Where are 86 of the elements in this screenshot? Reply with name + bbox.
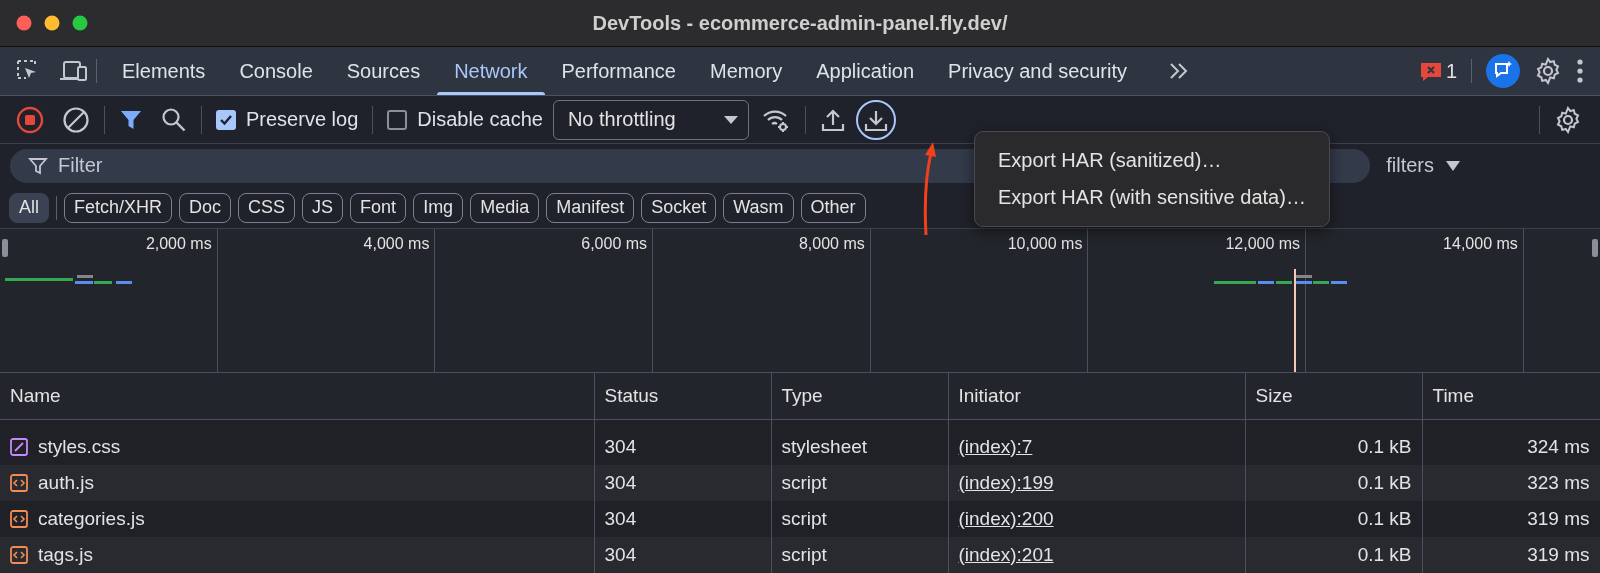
time-cell: 323 ms <box>1422 465 1600 501</box>
type-filter-chip[interactable]: Media <box>470 192 540 223</box>
checkbox-label: Disable cache <box>417 108 543 131</box>
column-header[interactable]: Name <box>0 373 594 420</box>
type-filter-chip[interactable]: All <box>9 192 49 223</box>
timeline-tick-label: 14,000 ms <box>1443 235 1518 253</box>
panel-tab[interactable]: Performance <box>544 47 693 95</box>
caret-icon <box>1446 160 1460 171</box>
size-cell: 0.1 kB <box>1245 501 1422 537</box>
status-cell: 304 <box>594 501 771 537</box>
search-icon[interactable] <box>161 106 187 133</box>
type-filter-chip[interactable]: Fetch/XHR <box>64 192 173 223</box>
time-cell: 324 ms <box>1422 429 1600 465</box>
checkbox[interactable] <box>216 109 236 130</box>
panel-tab[interactable]: Memory <box>693 47 800 95</box>
column-header[interactable]: Status <box>594 373 771 420</box>
throttling-dropdown[interactable]: No throttling <box>552 99 749 140</box>
status-cell: 304 <box>594 465 771 501</box>
column-header[interactable]: Size <box>1245 373 1422 420</box>
time-cell: 319 ms <box>1422 501 1600 537</box>
size-cell: 0.1 kB <box>1245 429 1422 465</box>
stylesheet-file-icon <box>10 438 28 456</box>
settings-icon[interactable] <box>1534 57 1562 85</box>
column-header[interactable]: Time <box>1422 373 1600 420</box>
overview-right-handle[interactable] <box>1592 239 1598 257</box>
close-window-button[interactable] <box>16 15 32 31</box>
timeline-tick-label: 10,000 ms <box>1007 235 1083 253</box>
minimize-window-button[interactable] <box>44 15 60 31</box>
type-filter-chip[interactable]: Img <box>413 192 464 223</box>
download-button[interactable] <box>855 99 896 140</box>
panel-tab[interactable]: Privacy and security <box>931 47 1145 95</box>
error-count: 1 <box>1445 59 1457 83</box>
initiator-link[interactable]: (index):199 <box>958 472 1054 493</box>
type-filter-chip[interactable]: JS <box>302 192 344 223</box>
timeline-tick-label: 6,000 ms <box>581 235 648 253</box>
request-name: categories.js <box>38 508 145 530</box>
stop-recording-icon[interactable] <box>16 105 44 134</box>
type-filter-chip[interactable]: Socket <box>641 192 717 223</box>
type-filter-chip[interactable]: CSS <box>238 192 296 223</box>
script-file-icon <box>10 546 28 564</box>
type-cell: script <box>771 465 948 501</box>
window-title: DevTools - ecommerce-admin-panel.fly.dev/ <box>592 11 1008 34</box>
panel-tab[interactable]: Network <box>437 47 545 95</box>
maximize-window-button[interactable] <box>72 15 88 31</box>
overview-left-handle[interactable] <box>2 239 8 257</box>
panel-tab[interactable]: Console <box>222 47 330 95</box>
time-cell: 319 ms <box>1422 537 1600 573</box>
clear-icon[interactable] <box>62 105 90 134</box>
script-file-icon <box>10 510 28 528</box>
size-cell: 0.1 kB <box>1245 465 1422 501</box>
initiator-link[interactable]: (index):7 <box>958 436 1033 457</box>
panel-tab[interactable]: Elements <box>105 47 223 95</box>
more-options-icon[interactable] <box>1576 58 1584 84</box>
type-filter-chip[interactable]: Wasm <box>723 192 794 223</box>
status-cell: 304 <box>594 537 771 573</box>
size-cell: 0.1 kB <box>1245 537 1422 573</box>
timeline-tick-label: 12,000 ms <box>1225 235 1301 253</box>
caret-icon <box>723 115 738 124</box>
panel-tab[interactable]: Sources <box>329 47 438 95</box>
checkbox[interactable] <box>387 109 408 130</box>
request-name: auth.js <box>38 472 94 494</box>
type-cell: stylesheet <box>771 429 948 465</box>
checkbox-label: Preserve log <box>246 108 359 131</box>
type-cell: script <box>771 501 948 537</box>
more-filters-dropdown[interactable]: filters <box>1386 154 1460 177</box>
settings-icon[interactable] <box>1554 105 1582 134</box>
request-name: tags.js <box>38 544 93 566</box>
type-cell: script <box>771 537 948 573</box>
filter-icon <box>28 155 48 176</box>
initiator-link[interactable]: (index):200 <box>958 508 1054 529</box>
error-icon[interactable] <box>1418 60 1443 82</box>
timeline-tick-label: 8,000 ms <box>798 235 865 253</box>
timeline-tick-label: 4,000 ms <box>363 235 430 253</box>
request-name: styles.css <box>38 436 121 458</box>
type-filter-chip[interactable]: Manifest <box>546 192 635 223</box>
timeline-tick-label: 2,000 ms <box>145 235 212 253</box>
type-filter-chip[interactable]: Font <box>350 192 407 223</box>
script-file-icon <box>10 474 28 492</box>
status-cell: 304 <box>594 429 771 465</box>
type-filter-chip[interactable]: Doc <box>179 192 232 223</box>
column-header[interactable]: Type <box>771 373 948 420</box>
ai-assistant-icon[interactable] <box>1486 54 1520 88</box>
column-header[interactable]: Initiator <box>948 373 1245 420</box>
panel-tab[interactable]: Application <box>799 47 932 95</box>
type-filter-chip[interactable]: Other <box>800 192 866 223</box>
initiator-link[interactable]: (index):201 <box>958 544 1054 565</box>
